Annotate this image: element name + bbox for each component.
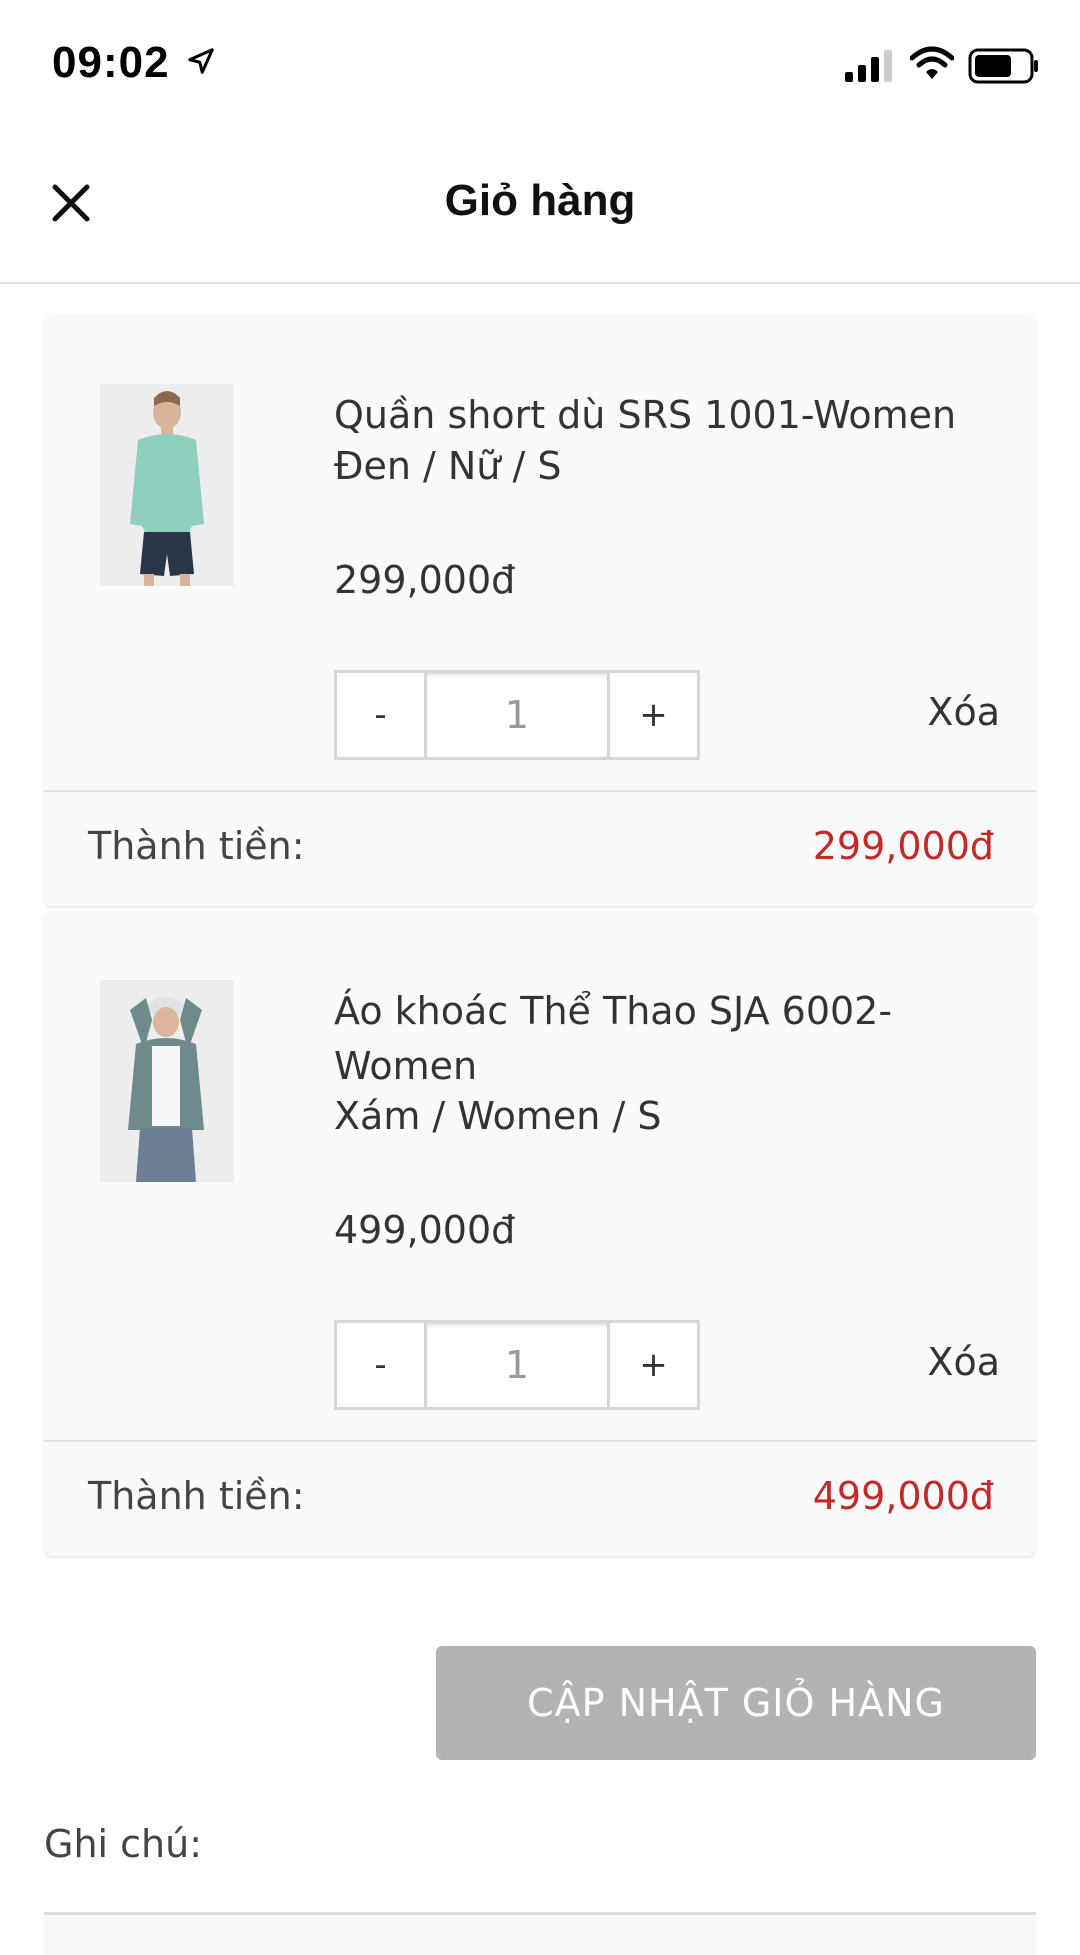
product-image[interactable]	[100, 980, 234, 1182]
status-time: 09:02	[52, 38, 170, 87]
divider	[44, 1440, 1036, 1442]
wifi-icon	[909, 46, 955, 86]
quantity-stepper: - 1 +	[334, 670, 700, 760]
increment-button[interactable]: +	[610, 673, 697, 757]
increment-button[interactable]: +	[610, 1323, 697, 1407]
product-name[interactable]: Áo khoác Thể Thao SJA 6002-Women	[334, 984, 984, 1094]
signal-icon	[845, 50, 895, 86]
subtotal-value: 299,000đ	[812, 824, 994, 868]
cart-item: Quần short dù SRS 1001-Women Đen / Nữ / …	[44, 314, 1036, 906]
product-variant: Xám / Women / S	[334, 1094, 662, 1138]
quantity-input[interactable]: 1	[424, 673, 610, 757]
subtotal-label: Thành tiền:	[88, 824, 305, 868]
divider	[44, 790, 1036, 792]
subtotal-label: Thành tiền:	[88, 1474, 305, 1518]
product-price: 499,000đ	[334, 1208, 516, 1252]
page-title: Giỏ hàng	[444, 176, 636, 225]
quantity-stepper: - 1 +	[334, 1320, 700, 1410]
product-name[interactable]: Quần short dù SRS 1001-Women	[334, 388, 984, 443]
product-price: 299,000đ	[334, 558, 516, 602]
header-bar: Giỏ hàng	[0, 130, 1080, 284]
quantity-input[interactable]: 1	[424, 1323, 610, 1407]
update-cart-button[interactable]: CẬP NHẬT GIỎ HÀNG	[436, 1646, 1036, 1760]
battery-icon	[968, 48, 1040, 88]
product-image[interactable]	[100, 384, 234, 586]
product-variant: Đen / Nữ / S	[334, 444, 562, 488]
decrement-button[interactable]: -	[337, 673, 424, 757]
location-arrow-icon	[186, 46, 216, 80]
remove-button[interactable]: Xóa	[927, 690, 1000, 734]
status-bar: 09:02	[0, 0, 1080, 130]
remove-button[interactable]: Xóa	[927, 1340, 1000, 1384]
note-field[interactable]	[44, 1912, 1036, 1955]
decrement-button[interactable]: -	[337, 1323, 424, 1407]
cart-item: Áo khoác Thể Thao SJA 6002-Women Xám / W…	[44, 910, 1036, 1556]
note-label: Ghi chú:	[44, 1822, 203, 1866]
subtotal-value: 499,000đ	[812, 1474, 994, 1518]
